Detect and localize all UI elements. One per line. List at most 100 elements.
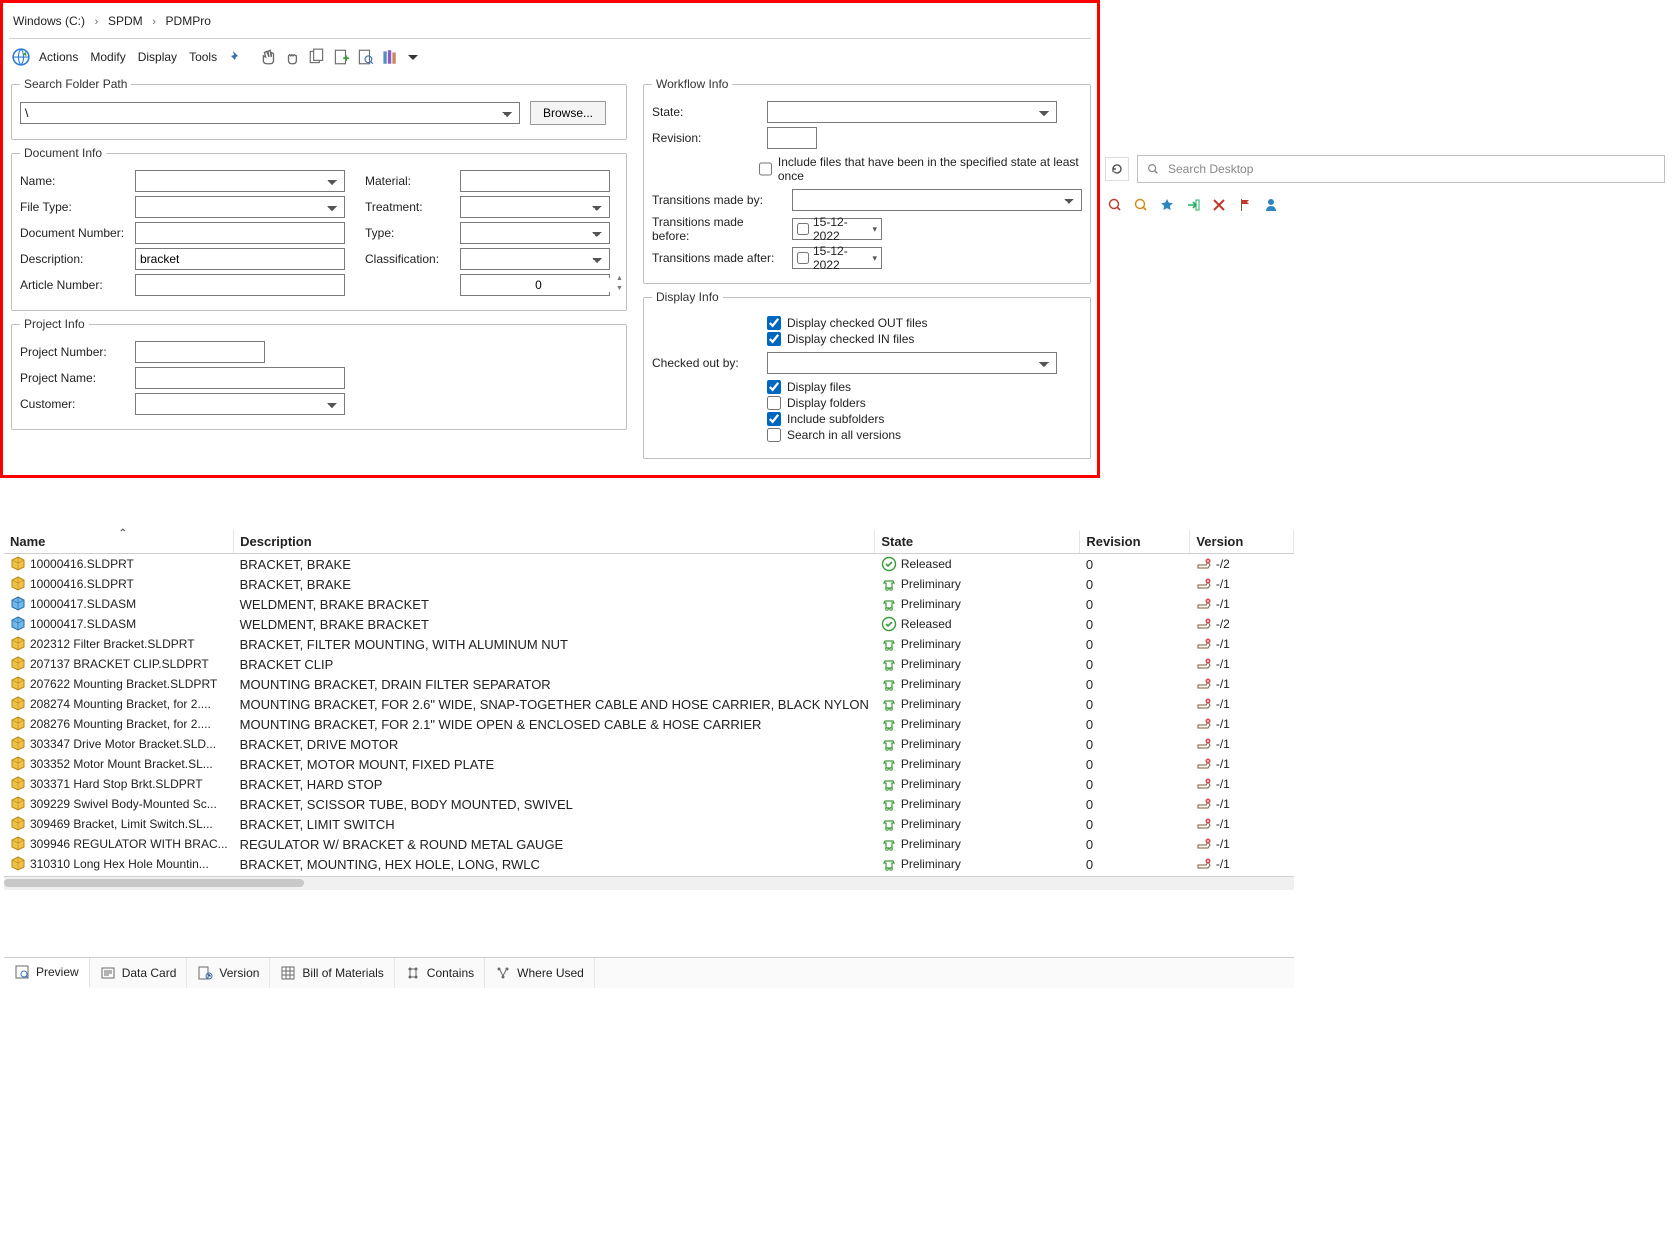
file-rev: 0 (1080, 634, 1190, 654)
menu-tools[interactable]: Tools (185, 48, 221, 66)
col-state[interactable]: State (875, 530, 1080, 554)
favorite-icon[interactable] (1157, 195, 1177, 215)
revision-input[interactable] (767, 127, 817, 149)
state-combo[interactable] (767, 101, 1057, 123)
table-row[interactable]: 309229 Swivel Body-Mounted Sc...BRACKET,… (4, 794, 1294, 814)
horizontal-scrollbar[interactable] (4, 876, 1294, 890)
search-path-input[interactable] (20, 102, 520, 124)
find-orange-icon[interactable] (1131, 195, 1151, 215)
type-combo[interactable] (460, 222, 610, 244)
version-icon (1196, 656, 1212, 672)
table-row[interactable]: 208274 Mounting Bracket, for 2....MOUNTI… (4, 694, 1294, 714)
breadcrumb-part[interactable]: SPDM (108, 14, 143, 28)
spinner-up-icon[interactable]: ▲ (616, 275, 623, 285)
table-row[interactable]: 207622 Mounting Bracket.SLDPRTMOUNTING B… (4, 674, 1294, 694)
table-row[interactable]: 10000416.SLDPRTBRACKET, BRAKEReleased0-/… (4, 554, 1294, 575)
search-desktop-input[interactable]: Search Desktop (1137, 155, 1665, 183)
projname-input[interactable] (135, 367, 345, 389)
refresh-globe-icon[interactable] (11, 47, 31, 67)
search-folder-fieldset: Search Folder Path Browse... (11, 77, 627, 140)
spinner-down-icon[interactable]: ▼ (616, 285, 623, 295)
qty-spinner[interactable]: ▲▼ (460, 274, 610, 296)
file-rev: 0 (1080, 854, 1190, 874)
table-row[interactable]: 207137 BRACKET CLIP.SLDPRTBRACKET CLIPPr… (4, 654, 1294, 674)
file-ver: -/1 (1216, 837, 1230, 851)
tab-bom[interactable]: Bill of Materials (270, 958, 394, 988)
customer-combo[interactable] (135, 393, 345, 415)
file-state: Preliminary (901, 757, 961, 771)
breadcrumb[interactable]: Windows (C:) › SPDM › PDMPro (9, 7, 1091, 34)
desc-input[interactable] (135, 248, 345, 270)
table-row[interactable]: 202312 Filter Bracket.SLDPRTBRACKET, FIL… (4, 634, 1294, 654)
checked-by-combo[interactable] (767, 352, 1057, 374)
breadcrumb-part[interactable]: PDMPro (166, 14, 211, 28)
breadcrumb-part[interactable]: Windows (C:) (13, 14, 85, 28)
display-in-checkbox[interactable]: Display checked IN files (767, 332, 928, 346)
pin-icon[interactable] (225, 47, 245, 67)
copy-docs-icon[interactable] (307, 47, 327, 67)
table-row[interactable]: 208276 Mounting Bracket, for 2....MOUNTI… (4, 714, 1294, 734)
tab-contains[interactable]: Contains (395, 958, 485, 988)
projnum-input[interactable] (135, 341, 265, 363)
table-row[interactable]: 303352 Motor Mount Bracket.SL...BRACKET,… (4, 754, 1294, 774)
tab-datacard[interactable]: Data Card (90, 958, 188, 988)
tab-version[interactable]: Version (187, 958, 270, 988)
trans-before-date[interactable]: 15-12-2022▾ (792, 218, 882, 240)
table-row[interactable]: 10000417.SLDASMWELDMENT, BRAKE BRACKETRe… (4, 614, 1294, 634)
include-state-once-checkbox[interactable]: Include files that have been in the spec… (759, 155, 1082, 183)
grab-hand-icon[interactable] (283, 47, 303, 67)
table-row[interactable]: 309469 Bracket, Limit Switch.SL...BRACKE… (4, 814, 1294, 834)
trans-after-date[interactable]: 15-12-2022▾ (792, 247, 882, 269)
find-red-icon[interactable] (1105, 195, 1125, 215)
menu-modify[interactable]: Modify (86, 48, 129, 66)
dropdown-icon[interactable] (403, 47, 423, 67)
doc-search-icon[interactable] (355, 47, 375, 67)
display-folders-checkbox[interactable]: Display folders (767, 396, 901, 410)
doc-add-icon[interactable] (331, 47, 351, 67)
export-icon[interactable] (1183, 195, 1203, 215)
refresh-icon[interactable] (1105, 157, 1129, 181)
col-name[interactable]: Name (4, 530, 234, 554)
classification-combo[interactable] (460, 248, 610, 270)
delete-icon[interactable] (1209, 195, 1229, 215)
material-input[interactable] (460, 170, 610, 192)
docnum-input[interactable] (135, 222, 345, 244)
col-ver[interactable]: Version (1190, 530, 1294, 554)
tab-preview[interactable]: Preview (4, 958, 90, 988)
trans-by-combo[interactable] (792, 189, 1082, 211)
file-name: 202312 Filter Bracket.SLDPRT (30, 637, 195, 651)
browse-button[interactable]: Browse... (530, 101, 606, 125)
table-row[interactable]: 303371 Hard Stop Brkt.SLDPRTBRACKET, HAR… (4, 774, 1294, 794)
preliminary-icon (881, 636, 897, 652)
qty-spinner-value[interactable] (461, 278, 616, 292)
filetype-combo[interactable] (135, 196, 345, 218)
classification-label: Classification: (365, 252, 450, 266)
table-row[interactable]: 309946 REGULATOR WITH BRAC...REGULATOR W… (4, 834, 1294, 854)
table-row[interactable]: 10000416.SLDPRTBRACKET, BRAKEPreliminary… (4, 574, 1294, 594)
books-icon[interactable] (379, 47, 399, 67)
table-row[interactable]: 303347 Drive Motor Bracket.SLD...BRACKET… (4, 734, 1294, 754)
artnum-input[interactable] (135, 274, 345, 296)
treatment-combo[interactable] (460, 196, 610, 218)
version-icon (1196, 756, 1212, 772)
file-desc: WELDMENT, BRAKE BRACKET (234, 614, 875, 634)
search-all-versions-checkbox[interactable]: Search in all versions (767, 428, 901, 442)
table-row[interactable]: 10000417.SLDASMWELDMENT, BRAKE BRACKETPr… (4, 594, 1294, 614)
workflow-info-legend: Workflow Info (652, 77, 732, 91)
preliminary-icon (881, 676, 897, 692)
user-icon[interactable] (1261, 195, 1281, 215)
document-info-fieldset: Document Info Name: File Type: Document … (11, 146, 627, 311)
tab-whereused[interactable]: Where Used (485, 958, 595, 988)
col-desc[interactable]: Description (234, 530, 875, 554)
display-out-checkbox[interactable]: Display checked OUT files (767, 316, 928, 330)
menu-actions[interactable]: Actions (35, 48, 82, 66)
menu-display[interactable]: Display (134, 48, 181, 66)
col-rev[interactable]: Revision (1080, 530, 1190, 554)
file-rev: 0 (1080, 694, 1190, 714)
flag-icon[interactable] (1235, 195, 1255, 215)
display-files-checkbox[interactable]: Display files (767, 380, 901, 394)
table-row[interactable]: 310310 Long Hex Hole Mountin...BRACKET, … (4, 854, 1294, 874)
name-combo[interactable] (135, 170, 345, 192)
open-hand-icon[interactable] (259, 47, 279, 67)
include-subfolders-checkbox[interactable]: Include subfolders (767, 412, 901, 426)
